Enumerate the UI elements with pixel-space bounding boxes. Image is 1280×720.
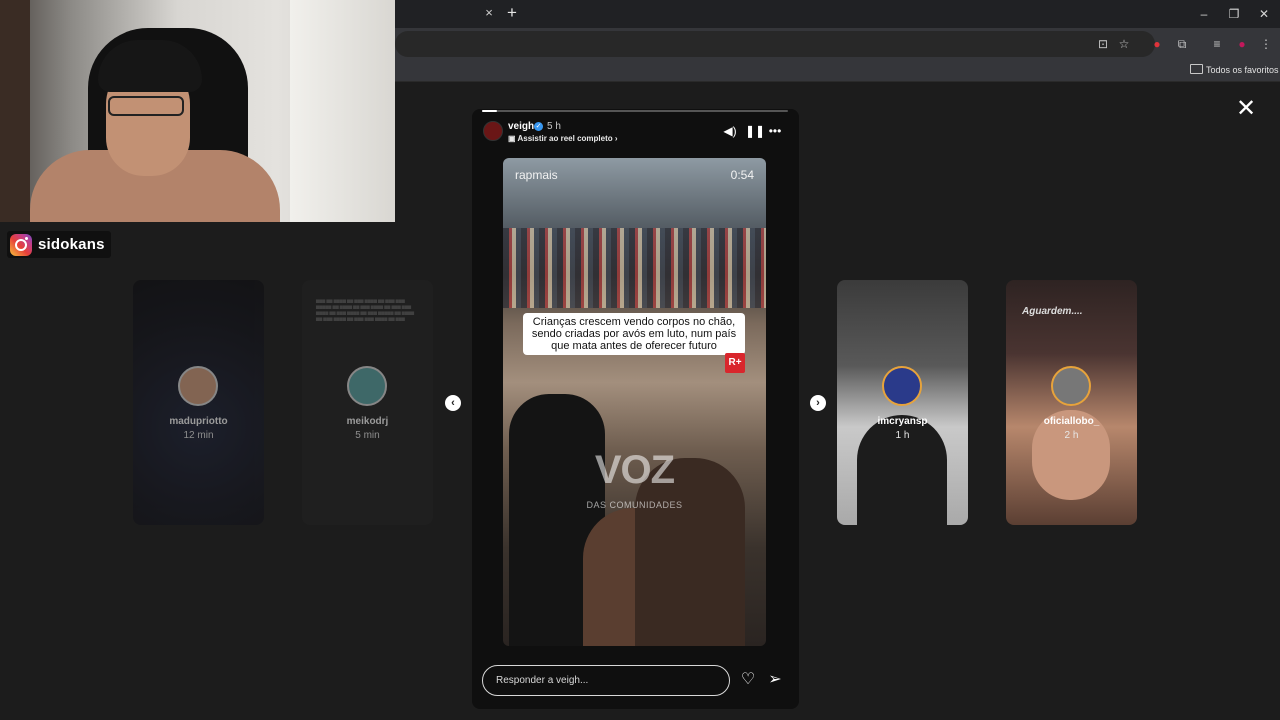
screen: × + – ❐ ✕ ⊡ ☆ ● ⧉ ≡ ● ⋮ Todos os favorit… bbox=[0, 0, 1280, 720]
story-progress-fill bbox=[482, 110, 498, 112]
menu-icon[interactable]: ⋮ bbox=[1258, 36, 1274, 52]
story-preview-4[interactable]: Aguardem.... oficiallobo_ 2 h bbox=[1006, 280, 1137, 525]
extension-red-icon[interactable]: ● bbox=[1149, 36, 1165, 52]
preview-tag: Aguardem.... bbox=[1022, 306, 1083, 317]
story-preview-1[interactable]: madupriotto 12 min bbox=[133, 280, 264, 525]
watch-full-reel-link[interactable]: ▣ Assistir ao reel completo › bbox=[508, 134, 618, 144]
more-options-icon[interactable]: ••• bbox=[768, 125, 782, 137]
close-icon[interactable]: ✕ bbox=[1235, 97, 1257, 121]
preview-time: 1 h bbox=[895, 430, 910, 441]
avatar bbox=[347, 366, 387, 406]
story-preview-3[interactable]: imcryansp 1 h bbox=[837, 280, 968, 525]
send-icon[interactable]: ➢ bbox=[766, 671, 784, 689]
preview-text-block: ▆▆▆ ▆▆ ▆▆▆▆ ▆▆ ▆▆▆ ▆▆▆▆ ▆▆ ▆▆▆ ▆▆▆ ▆▆▆▆▆… bbox=[316, 298, 415, 321]
preview-username: madupriotto bbox=[169, 416, 228, 427]
all-bookmarks-link[interactable]: Todos os favoritos bbox=[1206, 63, 1279, 77]
webcam-person-hair bbox=[98, 40, 202, 92]
webcam-glasses bbox=[108, 96, 184, 116]
maximize-icon[interactable]: ❐ bbox=[1223, 4, 1245, 24]
avatar bbox=[882, 366, 922, 406]
close-window-icon[interactable]: ✕ bbox=[1253, 4, 1275, 24]
preview-username: imcryansp bbox=[877, 416, 928, 427]
verified-icon: ✓ bbox=[534, 122, 543, 131]
install-icon[interactable]: ⊡ bbox=[1095, 36, 1111, 52]
watch-full-reel-label: Assistir ao reel completo bbox=[517, 134, 613, 143]
tab-close-icon[interactable]: × bbox=[482, 6, 496, 20]
video-watermark: VOZ bbox=[594, 448, 675, 492]
puzzle-icon[interactable]: ⧉ bbox=[1174, 36, 1190, 52]
instagram-icon bbox=[10, 233, 32, 256]
video-caption: Crianças crescem vendo corpos no chão, s… bbox=[523, 313, 745, 355]
address-bar[interactable] bbox=[395, 31, 1155, 57]
webcam-overlay bbox=[0, 0, 395, 222]
rplus-logo: R+ bbox=[725, 353, 745, 373]
preview-time: 2 h bbox=[1064, 430, 1079, 441]
preview-username: oficiallobo_ bbox=[1043, 416, 1100, 427]
story-username[interactable]: veigh bbox=[508, 121, 534, 133]
new-tab-icon[interactable]: + bbox=[504, 4, 520, 22]
story-preview-2[interactable]: ▆▆▆ ▆▆ ▆▆▆▆ ▆▆ ▆▆▆ ▆▆▆▆ ▆▆ ▆▆▆ ▆▆▆ ▆▆▆▆▆… bbox=[302, 280, 433, 525]
story-avatar[interactable] bbox=[483, 121, 503, 141]
star-icon[interactable]: ☆ bbox=[1116, 36, 1132, 52]
streamer-label: sidokans bbox=[7, 231, 111, 258]
streamer-handle: sidokans bbox=[38, 236, 105, 253]
next-story-button[interactable]: › bbox=[810, 395, 826, 411]
video-brand: rapmais bbox=[515, 168, 558, 182]
webcam-wall bbox=[0, 0, 30, 222]
heart-icon[interactable]: ♡ bbox=[739, 671, 757, 689]
preview-username: meikodrj bbox=[346, 416, 389, 427]
video-crowd bbox=[503, 228, 766, 308]
pause-icon[interactable]: ❚❚ bbox=[745, 125, 765, 137]
previous-story-button[interactable]: ‹ bbox=[445, 395, 461, 411]
video-watermark-sub: DAS COMUNIDADES bbox=[586, 500, 683, 510]
volume-icon[interactable]: ◀) bbox=[723, 125, 737, 137]
story-video[interactable]: rapmais 0:54 Crianças crescem vendo corp… bbox=[503, 158, 766, 646]
avatar bbox=[178, 366, 218, 406]
story-time: 5 h bbox=[547, 121, 561, 132]
story-progress-bar bbox=[482, 110, 788, 112]
reply-input[interactable]: Responder a veigh... bbox=[482, 665, 730, 696]
reply-placeholder: Responder a veigh... bbox=[496, 675, 589, 686]
avatar bbox=[1051, 366, 1091, 406]
minimize-icon[interactable]: – bbox=[1193, 4, 1215, 24]
folder-icon bbox=[1190, 64, 1203, 74]
profile-icon[interactable]: ● bbox=[1234, 36, 1250, 52]
video-duration: 0:54 bbox=[730, 168, 754, 182]
webcam-curtain bbox=[290, 0, 395, 222]
preview-time: 5 min bbox=[355, 430, 380, 441]
media-icon[interactable]: ≡ bbox=[1209, 36, 1225, 52]
preview-time: 12 min bbox=[183, 430, 214, 441]
